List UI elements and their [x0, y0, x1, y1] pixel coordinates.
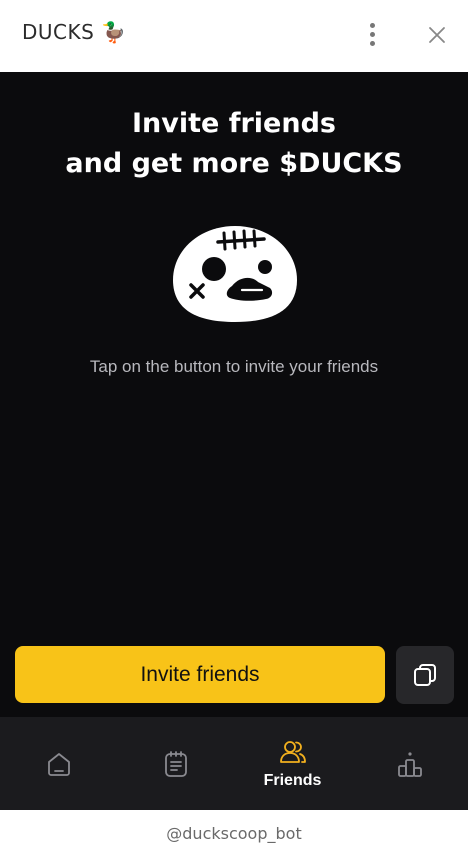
page-title: Invite friends and get more $DUCKS	[0, 104, 468, 184]
more-vertical-icon-dot	[369, 40, 375, 46]
zombie-duck-icon	[173, 226, 297, 322]
nav-item-home[interactable]	[0, 717, 117, 810]
more-options-button[interactable]	[360, 20, 384, 48]
nav-item-leaderboard[interactable]	[351, 717, 468, 810]
invite-friends-button[interactable]: Invite friends	[15, 646, 385, 703]
tasks-icon	[164, 750, 187, 777]
invite-screen: Invite friends and get more $DUCKS Tap o…	[0, 72, 468, 717]
close-icon	[429, 27, 445, 43]
bot-handle: @duckscoop_bot	[0, 810, 468, 857]
copy-icon	[414, 664, 436, 686]
more-vertical-icon-dot	[369, 31, 375, 37]
invite-instructions: Tap on the button to invite your friends	[89, 357, 379, 376]
nav-item-friends[interactable]: Friends	[234, 717, 351, 810]
headline-line-1: Invite friends	[132, 108, 336, 139]
nav-label-friends: Friends	[263, 771, 322, 789]
home-icon	[47, 752, 70, 776]
copy-link-button[interactable]	[396, 646, 454, 704]
bottom-navigation: Friends	[0, 717, 468, 810]
app-header: DUCKS 🦆	[0, 0, 468, 72]
close-button[interactable]	[424, 22, 450, 48]
app-title: DUCKS 🦆	[22, 20, 127, 44]
headline-line-2: and get more $DUCKS	[65, 148, 403, 179]
more-vertical-icon	[369, 22, 375, 28]
leaderboard-icon	[397, 751, 422, 777]
nav-item-tasks[interactable]	[117, 717, 234, 810]
friends-icon	[279, 740, 306, 763]
